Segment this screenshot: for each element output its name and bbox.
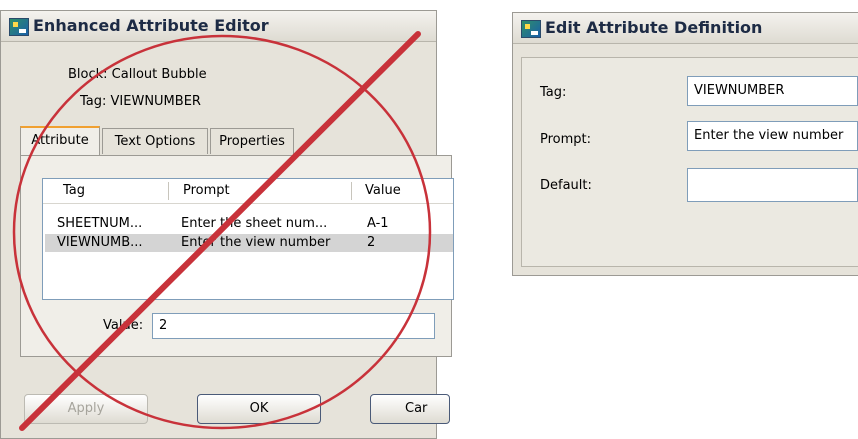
tab-attribute[interactable]: Attribute [20,126,100,155]
cell-prompt: Enter the sheet num... [181,216,328,231]
column-header-prompt[interactable]: Prompt [183,183,230,198]
tab-properties-label: Properties [219,134,285,149]
cell-tag: SHEETNUM... [57,216,143,231]
app-icon [9,18,29,36]
title-bar[interactable]: Edit Attribute Definition [513,13,858,44]
tag-label: Tag: [540,85,567,100]
default-field[interactable] [687,168,858,202]
value-field[interactable]: 2 [152,313,435,339]
table-row[interactable]: SHEETNUM... Enter the sheet num... A-1 [45,215,453,233]
apply-button[interactable]: Apply [24,394,148,424]
title-bar[interactable]: Enhanced Attribute Editor [1,11,436,42]
cell-prompt: Enter the view number [181,235,331,250]
cancel-button[interactable]: Car [370,394,450,424]
tag-name-label: Tag: VIEWNUMBER [80,94,201,109]
table-row[interactable]: VIEWNUMB... Enter the view number 2 [45,234,453,252]
column-divider[interactable] [168,182,169,200]
cell-tag: VIEWNUMB... [57,235,143,250]
prompt-label: Prompt: [540,132,592,147]
dialog-title: Enhanced Attribute Editor [33,16,269,35]
value-label: Value: [103,318,144,333]
attribute-list-header: Tag Prompt Value [43,179,453,204]
default-label: Default: [540,178,592,193]
tab-text-options[interactable]: Text Options [102,128,208,154]
cancel-button-label: Car [405,401,428,416]
ok-button[interactable]: OK [197,394,321,424]
tab-text-options-label: Text Options [114,134,196,149]
column-divider[interactable] [351,182,352,200]
column-header-value[interactable]: Value [365,183,401,198]
dialog-title: Edit Attribute Definition [545,18,763,37]
app-icon [521,20,541,38]
attribute-list[interactable]: Tag Prompt Value SHEETNUM... Enter the s… [42,178,454,300]
column-header-tag[interactable]: Tag [63,183,85,198]
block-name-label: Block: Callout Bubble [68,67,207,82]
prompt-field[interactable]: Enter the view number [687,121,858,151]
cell-value: 2 [367,235,376,250]
tag-field[interactable]: VIEWNUMBER [687,76,858,106]
tab-properties[interactable]: Properties [210,128,294,154]
cell-value: A-1 [367,216,389,231]
tab-attribute-label: Attribute [31,133,89,148]
